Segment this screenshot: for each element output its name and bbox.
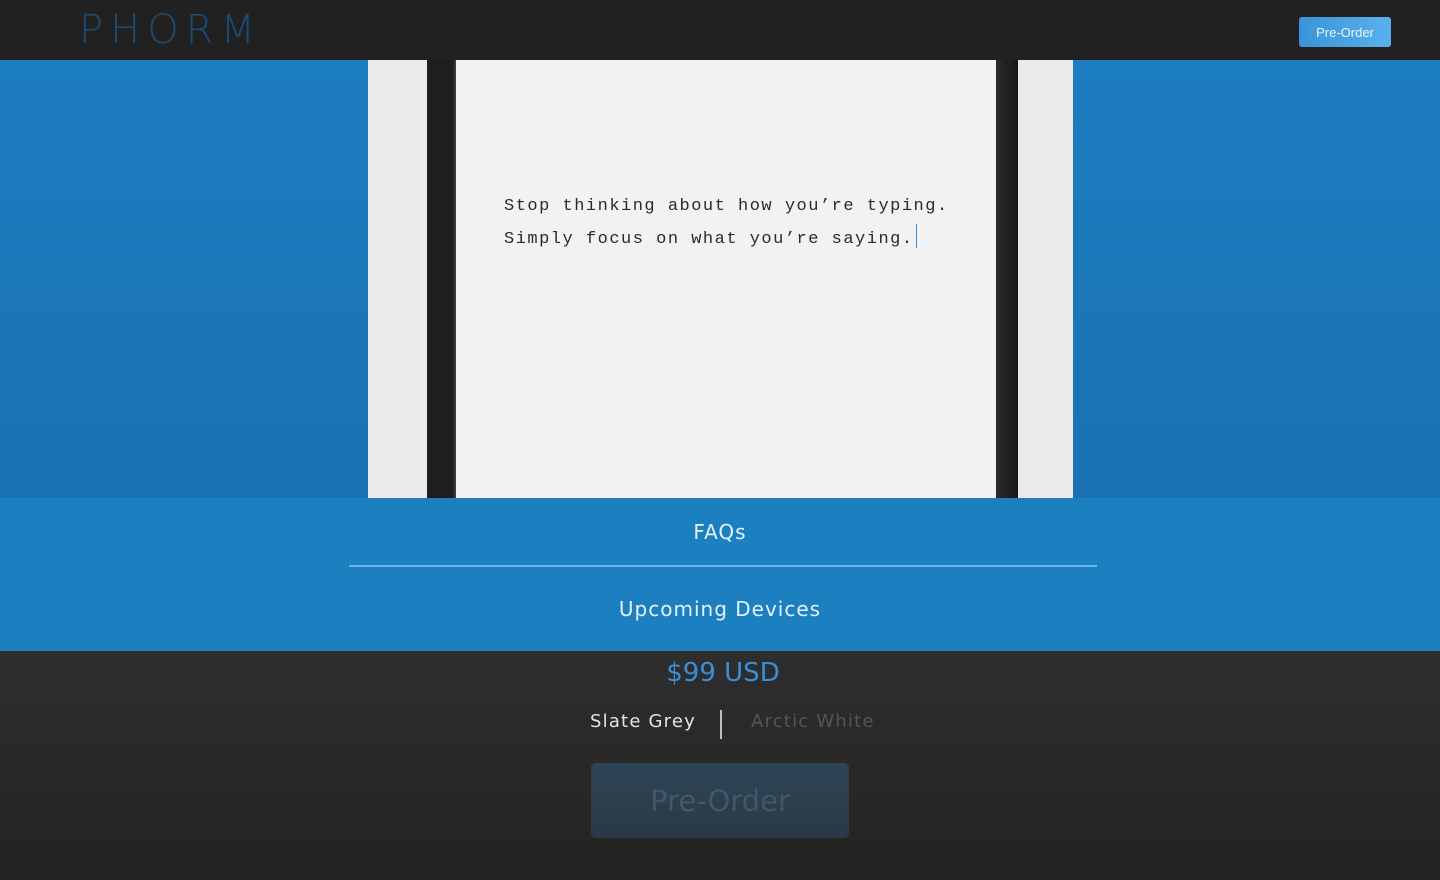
brand-logo[interactable]: PHORM [79, 7, 262, 53]
text-caret [915, 224, 917, 248]
screen-line-1: Stop thinking about how you’re typing. [504, 197, 949, 216]
purchase-section: $99 USD Slate Grey Arctic White Pre-Orde… [0, 651, 1440, 880]
screen-text: Stop thinking about how you’re typing. S… [504, 190, 949, 256]
price-label: $99 USD [666, 658, 780, 688]
faq-link[interactable]: FAQs [0, 520, 1440, 544]
main-preorder-button[interactable]: Pre-Order [591, 763, 849, 838]
color-option-arctic-white[interactable]: Arctic White [751, 711, 875, 732]
links-divider [349, 565, 1097, 567]
header-preorder-button[interactable]: Pre-Order [1299, 17, 1391, 47]
device-screen: Stop thinking about how you’re typing. S… [454, 60, 996, 498]
device-mockup: Stop thinking about how you’re typing. S… [368, 60, 1073, 498]
hero-section: Stop thinking about how you’re typing. S… [0, 60, 1440, 498]
color-option-slate-grey[interactable]: Slate Grey [590, 711, 696, 732]
color-separator [720, 710, 722, 739]
screen-line-2: Simply focus on what you’re saying. [504, 230, 914, 249]
links-band: FAQs Upcoming Devices [0, 498, 1440, 651]
top-nav-bar: PHORM Pre-Order [0, 0, 1440, 60]
upcoming-devices-link[interactable]: Upcoming Devices [0, 597, 1440, 621]
device-bezel-edge [996, 60, 1018, 498]
